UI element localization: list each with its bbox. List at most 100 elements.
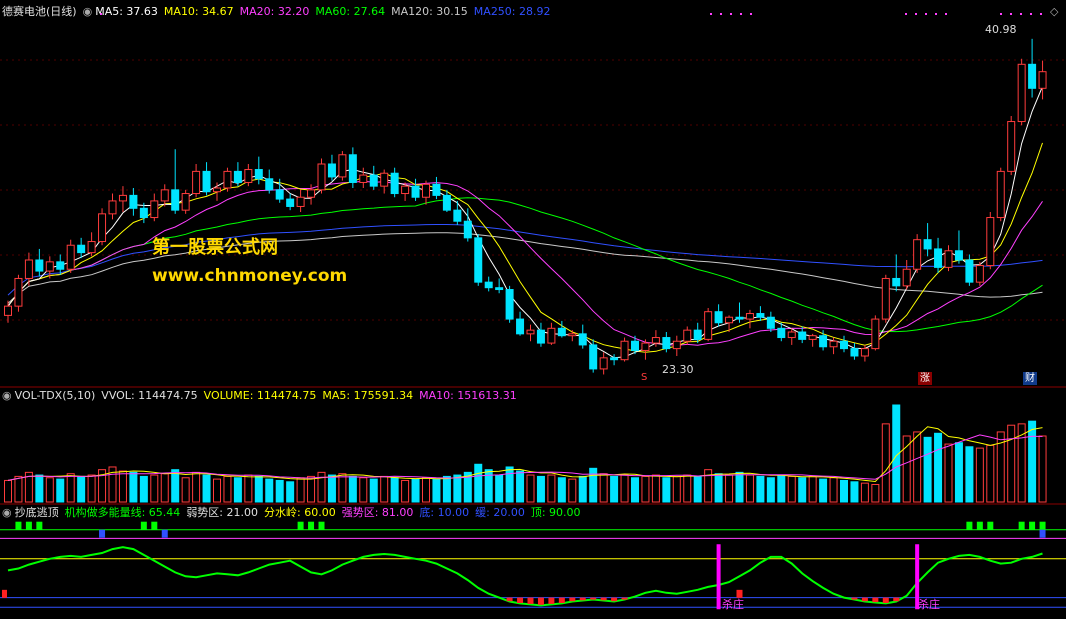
candle-body bbox=[338, 154, 347, 178]
volume-bar bbox=[348, 475, 357, 503]
high-energy-bar bbox=[1029, 521, 1036, 530]
candle-body bbox=[118, 194, 127, 202]
volume-bar bbox=[881, 423, 890, 503]
signal-cai-marker[interactable]: 财 bbox=[1023, 372, 1037, 385]
candle-body bbox=[975, 265, 984, 283]
energy-line bbox=[7, 546, 1043, 607]
candle-body bbox=[651, 337, 660, 344]
candle-body bbox=[578, 333, 587, 346]
top-dot-marker bbox=[945, 13, 947, 15]
volume-bar bbox=[610, 475, 619, 503]
volume-bar bbox=[923, 436, 932, 503]
strong-label: 强势区: 81.00 bbox=[341, 506, 414, 519]
volume-bar bbox=[578, 475, 587, 503]
high-energy-bar bbox=[966, 521, 973, 530]
collapse-icon[interactable]: ◉ bbox=[2, 389, 12, 402]
ma5-label: MA5: 37.63 bbox=[95, 5, 158, 18]
volume-bar bbox=[620, 474, 629, 503]
vol-ma5-label: MA5: 175591.34 bbox=[322, 389, 414, 402]
collapse-icon[interactable]: ◉ bbox=[2, 506, 12, 519]
top-dot-marker bbox=[915, 13, 917, 15]
volume-bar bbox=[589, 467, 598, 503]
low-energy-bar bbox=[517, 597, 524, 603]
volume-bar bbox=[547, 474, 556, 503]
stock-title[interactable]: 德赛电池(日线) bbox=[2, 5, 77, 18]
top-dot-marker bbox=[720, 13, 722, 15]
volume-bar bbox=[631, 477, 639, 503]
low-energy-bar bbox=[2, 589, 7, 598]
candle-body bbox=[160, 189, 169, 202]
vol-ma10-label: MA10: 151613.31 bbox=[419, 389, 517, 402]
volume-bar bbox=[254, 475, 263, 503]
low-energy-bar bbox=[861, 597, 868, 602]
candle-body bbox=[129, 194, 138, 209]
volume-bar bbox=[442, 475, 451, 503]
candle-body bbox=[390, 172, 399, 195]
volume-bar bbox=[766, 477, 775, 503]
volume-bar bbox=[536, 475, 545, 503]
volume-bar bbox=[819, 478, 828, 503]
candle-body bbox=[986, 217, 995, 267]
volume-bar bbox=[557, 477, 566, 503]
low-price-label: 23.30 bbox=[662, 363, 694, 376]
candle-body bbox=[14, 277, 23, 307]
volume-bar bbox=[599, 473, 608, 503]
stock-chart[interactable] bbox=[0, 0, 1066, 619]
candle-body bbox=[24, 259, 33, 279]
panel-toggle-icon[interactable]: ◇ bbox=[1050, 5, 1058, 18]
volume-bar bbox=[171, 469, 180, 503]
candle-body bbox=[87, 241, 96, 254]
top-dot-marker bbox=[1040, 13, 1042, 15]
candle-body bbox=[829, 340, 838, 348]
candle-body bbox=[254, 169, 263, 180]
volume-bar bbox=[359, 477, 368, 503]
volume-bar bbox=[129, 471, 138, 503]
high-energy-bar bbox=[140, 521, 147, 530]
candle-body bbox=[77, 244, 86, 254]
candle-body bbox=[139, 207, 148, 219]
volume-bar bbox=[244, 474, 253, 503]
energy-label: 机构做多能量线: 65.44 bbox=[64, 506, 181, 519]
high-price-label: 40.98 bbox=[985, 23, 1017, 36]
volume-bar bbox=[526, 474, 535, 503]
signal-zhang-marker[interactable]: 涨 bbox=[918, 372, 932, 385]
low-energy-bar bbox=[527, 597, 534, 604]
candle-body bbox=[996, 170, 1005, 219]
candle-body bbox=[568, 333, 577, 337]
volume-bar bbox=[934, 432, 943, 503]
volume-bar bbox=[432, 478, 441, 503]
top-dot-marker bbox=[710, 13, 712, 15]
volume-bar bbox=[505, 466, 514, 503]
candle-body bbox=[45, 261, 54, 272]
candle-body bbox=[442, 194, 451, 211]
volume-bar bbox=[944, 443, 953, 503]
candle-body bbox=[150, 200, 159, 219]
top-dot-marker bbox=[1020, 13, 1022, 15]
candle-body bbox=[1007, 121, 1016, 172]
indicator-name[interactable]: 抄底逃顶 bbox=[15, 506, 59, 519]
volume-bar bbox=[77, 475, 86, 503]
candle-body bbox=[620, 340, 629, 361]
volume-bar bbox=[275, 479, 284, 503]
signal-s-marker: S bbox=[641, 372, 648, 383]
candle-body bbox=[547, 327, 556, 344]
candle-body bbox=[484, 281, 493, 289]
candle-body bbox=[317, 163, 326, 191]
candle-body bbox=[557, 327, 566, 337]
candle-body bbox=[610, 357, 619, 361]
volume-bar bbox=[401, 479, 410, 503]
candle-body bbox=[275, 189, 284, 200]
volume-bar bbox=[265, 478, 274, 503]
volume-bar bbox=[651, 474, 660, 503]
bottom-label: 底: 10.00 bbox=[419, 506, 470, 519]
candle-body bbox=[296, 196, 305, 207]
volume-bar bbox=[390, 477, 399, 503]
candle-body bbox=[954, 250, 963, 261]
vol-indicator-name[interactable]: VOL-TDX(5,10) bbox=[15, 389, 96, 402]
collapse-icon[interactable]: ◉ bbox=[83, 5, 93, 18]
candle-body bbox=[4, 305, 12, 316]
volume-bar bbox=[233, 477, 242, 503]
volume-bar bbox=[1028, 420, 1037, 503]
ma250-label: MA250: 28.92 bbox=[473, 5, 551, 18]
candle-body bbox=[56, 261, 65, 270]
